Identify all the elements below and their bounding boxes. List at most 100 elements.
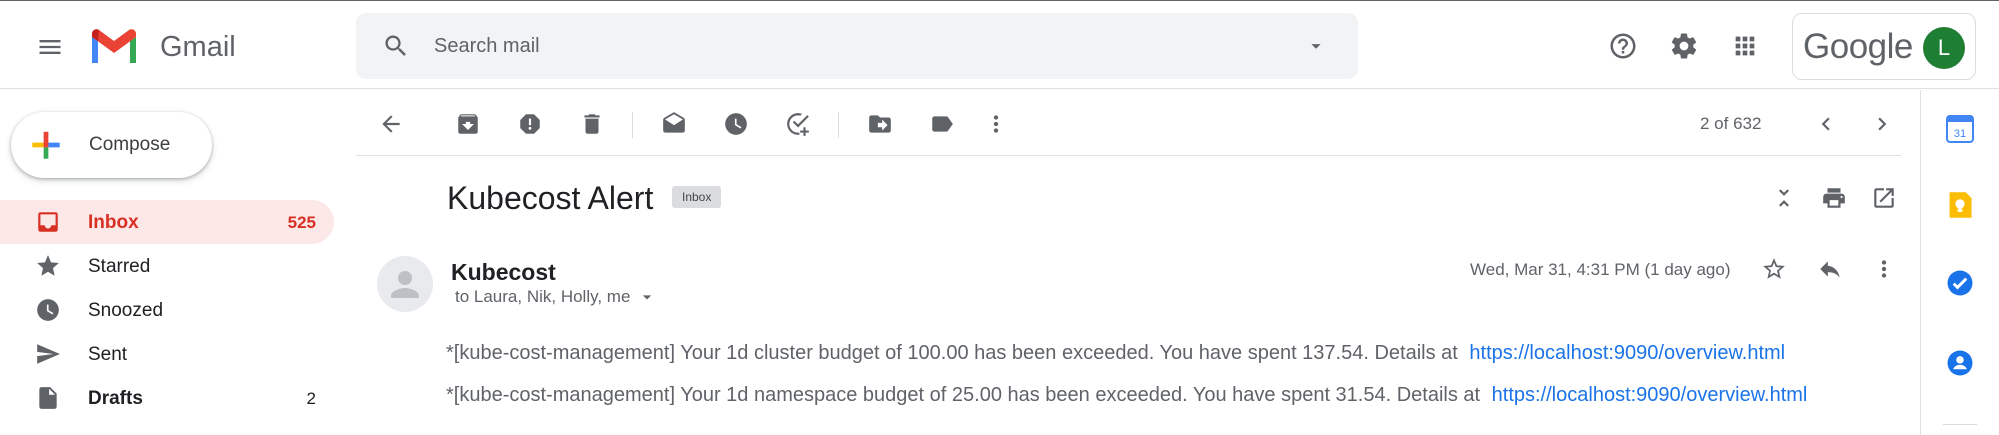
message-date: Wed, Mar 31, 4:31 PM (1 day ago) <box>1470 260 1731 279</box>
help-icon <box>1610 33 1636 59</box>
add-to-tasks-icon <box>787 113 809 136</box>
draft-icon <box>34 384 62 412</box>
search-button[interactable] <box>376 26 416 66</box>
print-all-button[interactable] <box>1814 178 1854 218</box>
search-input[interactable] <box>434 29 1214 63</box>
caret-down-icon <box>1311 44 1321 49</box>
sender-name[interactable]: Kubecost <box>451 258 556 286</box>
back-arrow-icon <box>382 115 400 133</box>
email-subject: Kubecost Alert <box>447 180 654 216</box>
tasks-app-button[interactable] <box>1943 266 1977 300</box>
keep-app-button[interactable] <box>1943 188 1977 222</box>
move-to-icon <box>869 115 891 133</box>
contacts-icon <box>1947 350 1973 376</box>
keep-icon <box>1949 192 1972 218</box>
main-menu-button[interactable] <box>26 23 74 71</box>
compose-plus-icon <box>29 128 63 162</box>
unread-count: 525 <box>287 213 316 232</box>
pagination-label: 2 of 632 <box>1700 114 1762 133</box>
sidebar-item-drafts[interactable]: Drafts 2 <box>0 376 334 420</box>
send-icon <box>34 340 62 368</box>
sidebar-item-sent[interactable]: Sent <box>0 332 334 376</box>
sidebar-item-inbox[interactable]: Inbox 525 <box>0 200 334 244</box>
older-button[interactable] <box>1862 104 1902 144</box>
delete-icon <box>584 114 600 134</box>
report-spam-icon <box>520 114 540 134</box>
sidebar-item-label: Inbox <box>88 212 139 233</box>
chevron-right-icon <box>1878 117 1887 131</box>
star-button[interactable] <box>1754 249 1794 289</box>
back-button[interactable] <box>371 104 411 144</box>
settings-button[interactable] <box>1661 23 1707 69</box>
star-icon <box>34 252 62 280</box>
move-to-button[interactable] <box>860 104 900 144</box>
print-icon <box>1823 188 1845 208</box>
calendar-icon: 31 <box>1946 115 1974 143</box>
search-bar[interactable] <box>356 13 1358 79</box>
inbox-label-chip[interactable]: Inbox <box>672 186 722 208</box>
support-button[interactable] <box>1600 23 1646 69</box>
google-wordmark: Google <box>1803 27 1913 66</box>
label-icon <box>932 116 953 132</box>
account-switcher[interactable]: Google L <box>1792 13 1976 80</box>
open-new-window-button[interactable] <box>1864 178 1904 218</box>
delete-button[interactable] <box>572 104 612 144</box>
draft-count: 2 <box>306 389 316 408</box>
newer-button[interactable] <box>1806 104 1846 144</box>
sidebar-item-label: Sent <box>88 344 128 365</box>
open-in-new-icon <box>1874 188 1894 208</box>
sidebar-item-starred[interactable]: Starred <box>0 244 334 288</box>
mark-unread-button[interactable] <box>654 104 694 144</box>
body-text: *[kube-cost-management] Your 1d namespac… <box>446 384 1481 406</box>
gmail-logo[interactable] <box>88 27 144 67</box>
snooze-icon <box>725 113 747 135</box>
side-panel: 31 <box>1920 90 1999 435</box>
tasks-icon <box>1947 270 1973 296</box>
top-header: Gmail Google L <box>0 1 1999 89</box>
app-name: Gmail <box>160 31 236 63</box>
message-body-line: *[kube-cost-management] Your 1d cluster … <box>446 341 1785 365</box>
compose-label: Compose <box>89 134 171 155</box>
account-avatar[interactable]: L <box>1923 27 1965 69</box>
body-text: *[kube-cost-management] Your 1d cluster … <box>446 342 1458 364</box>
person-icon <box>391 271 419 298</box>
hamburger-menu-icon <box>39 40 61 54</box>
snooze-button[interactable] <box>716 104 756 144</box>
sender-avatar[interactable] <box>377 256 433 312</box>
details-link[interactable]: https://localhost:9090/overview.html <box>1492 384 1808 406</box>
search-icon <box>385 35 406 56</box>
sidebar-item-label: Snoozed <box>88 300 164 321</box>
more-message-options-button[interactable] <box>1864 249 1904 289</box>
calendar-day: 31 <box>1954 128 1966 140</box>
collapse-all-icon <box>1779 189 1789 207</box>
side-panel-divider <box>1943 424 1977 425</box>
sidebar-item-label: Starred <box>88 256 151 277</box>
reply-button[interactable] <box>1810 249 1850 289</box>
more-actions-button[interactable] <box>976 104 1016 144</box>
chevron-left-icon <box>1821 117 1830 131</box>
compose-button[interactable]: Compose <box>11 112 212 178</box>
labels-button[interactable] <box>922 104 962 144</box>
message-body-line: *[kube-cost-management] Your 1d namespac… <box>446 383 1807 407</box>
star-outline-icon <box>1763 258 1785 279</box>
show-details-button[interactable] <box>636 286 658 308</box>
archive-button[interactable] <box>448 104 488 144</box>
mark-unread-icon <box>663 112 685 133</box>
toolbar-divider <box>838 112 839 138</box>
reply-icon <box>1820 261 1840 278</box>
caret-down-icon <box>642 295 652 300</box>
add-to-tasks-button[interactable] <box>778 104 818 144</box>
gear-icon <box>1671 33 1697 59</box>
report-spam-button[interactable] <box>510 104 550 144</box>
collapse-all-button[interactable] <box>1764 178 1804 218</box>
more-vert-icon <box>1881 260 1887 278</box>
gmail-m-icon <box>92 29 136 63</box>
sidebar-item-snoozed[interactable]: Snoozed <box>0 288 334 332</box>
calendar-app-button[interactable]: 31 <box>1943 112 1977 146</box>
contacts-app-button[interactable] <box>1943 346 1977 380</box>
google-apps-button[interactable] <box>1722 23 1768 69</box>
details-link[interactable]: https://localhost:9090/overview.html <box>1469 342 1785 364</box>
search-options-button[interactable] <box>1296 26 1336 66</box>
recipients-line: to Laura, Nik, Holly, me <box>455 287 631 306</box>
archive-icon <box>458 114 478 134</box>
